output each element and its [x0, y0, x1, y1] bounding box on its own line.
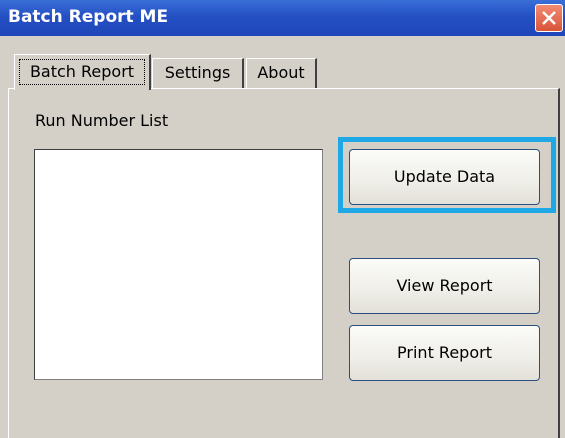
run-number-list[interactable] — [34, 149, 323, 380]
close-button[interactable] — [535, 4, 563, 32]
run-number-list-label: Run Number List — [35, 111, 169, 130]
tab-label: Batch Report — [29, 62, 135, 81]
tab-about[interactable]: About — [246, 58, 317, 88]
title-bar[interactable]: Batch Report ME — [0, 0, 565, 36]
tab-label: About — [257, 63, 305, 82]
app-window: Batch Report ME Batch Report Settings Ab… — [0, 0, 565, 438]
tab-label: Settings — [164, 63, 231, 82]
tab-batch-report[interactable]: Batch Report — [14, 54, 151, 90]
tab-settings[interactable]: Settings — [152, 58, 244, 88]
window-title: Batch Report ME — [8, 7, 169, 27]
view-report-button[interactable]: View Report — [349, 258, 540, 314]
update-data-button[interactable]: Update Data — [349, 149, 540, 205]
print-report-button[interactable]: Print Report — [349, 325, 540, 381]
close-icon — [542, 11, 556, 25]
